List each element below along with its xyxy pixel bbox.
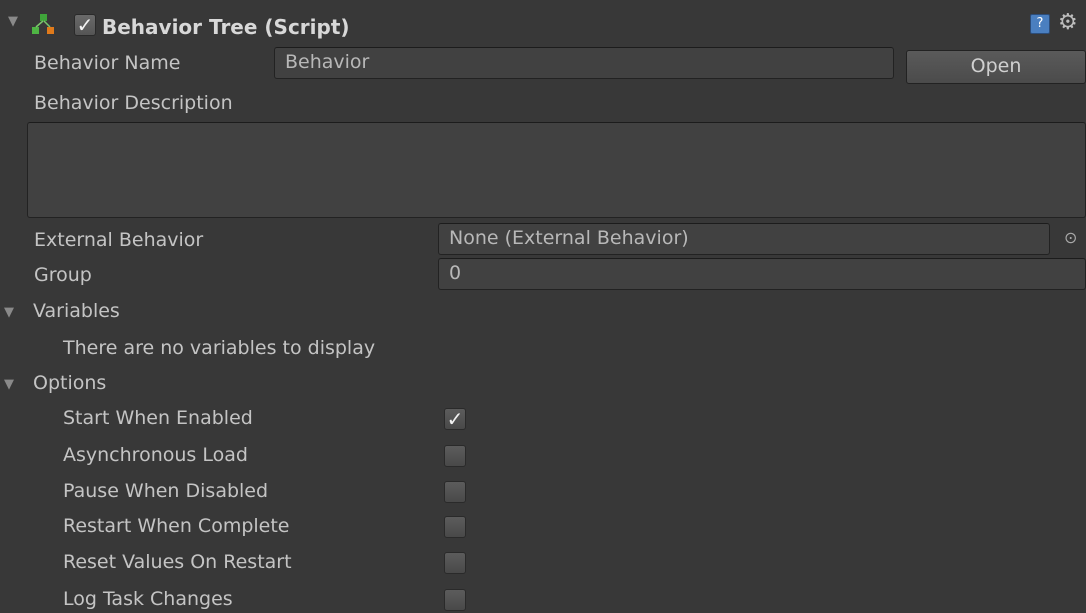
collapse-arrow-icon[interactable]: ▼: [8, 14, 18, 29]
checkmark-icon: ✓: [446, 407, 464, 431]
group-input[interactable]: 0: [438, 258, 1086, 290]
option-pause-when-disabled-label: Pause When Disabled: [63, 480, 269, 502]
component-enabled-checkbox[interactable]: ✓: [74, 14, 96, 36]
options-foldout-label[interactable]: Options: [33, 371, 106, 395]
behavior-name-label: Behavior Name: [34, 52, 181, 74]
option-pause-when-disabled-checkbox[interactable]: [444, 481, 466, 503]
option-reset-values-on-restart-label: Reset Values On Restart: [63, 551, 292, 573]
behavior-name-input[interactable]: Behavior: [274, 47, 894, 79]
help-icon[interactable]: ?: [1030, 14, 1050, 34]
options-foldout-arrow-icon[interactable]: ▼: [4, 377, 14, 392]
component-title: Behavior Tree (Script): [102, 15, 350, 39]
option-start-when-enabled-checkbox[interactable]: ✓: [444, 408, 466, 430]
external-behavior-label: External Behavior: [34, 229, 204, 251]
option-asynchronous-load-checkbox[interactable]: [444, 445, 466, 467]
variables-foldout-arrow-icon[interactable]: ▼: [4, 305, 14, 320]
behavior-tree-icon: [30, 12, 58, 38]
option-restart-when-complete-checkbox[interactable]: [444, 516, 466, 538]
variables-foldout-label[interactable]: Variables: [33, 299, 120, 323]
group-label: Group: [34, 264, 92, 286]
option-reset-values-on-restart-checkbox[interactable]: [444, 552, 466, 574]
behavior-description-textarea[interactable]: [27, 122, 1086, 218]
gear-icon[interactable]: ⚙: [1058, 10, 1078, 35]
variables-empty-text: There are no variables to display: [63, 337, 376, 359]
open-button[interactable]: Open: [906, 50, 1086, 84]
option-restart-when-complete-label: Restart When Complete: [63, 515, 290, 537]
option-start-when-enabled-label: Start When Enabled: [63, 407, 253, 429]
option-log-task-changes-checkbox[interactable]: [444, 589, 466, 611]
option-asynchronous-load-label: Asynchronous Load: [63, 444, 248, 466]
checkmark-icon: ✓: [76, 13, 94, 37]
external-behavior-field[interactable]: None (External Behavior): [438, 223, 1050, 255]
object-picker-icon[interactable]: ⊙: [1064, 228, 1077, 247]
behavior-description-label: Behavior Description: [34, 92, 233, 114]
option-log-task-changes-label: Log Task Changes: [63, 588, 233, 610]
